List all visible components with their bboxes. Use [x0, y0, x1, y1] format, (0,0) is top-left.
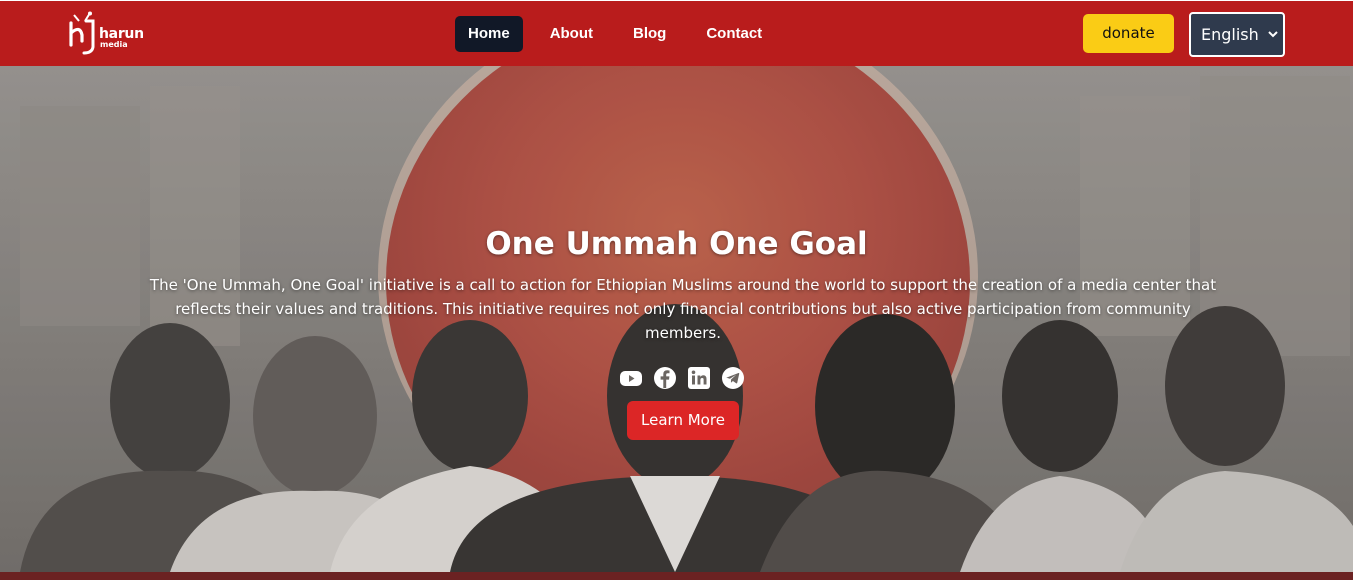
language-selected-value: English [1201, 25, 1259, 44]
linkedin-icon[interactable] [687, 366, 711, 390]
harun-media-logo[interactable]: harun media [68, 11, 148, 57]
donate-button[interactable]: donate [1083, 14, 1174, 53]
logo-subtitle: media [100, 40, 128, 49]
nav-blog-link[interactable]: Blog [620, 16, 679, 52]
logo-mark-icon [69, 11, 95, 55]
hero-banner: One Ummah One Goal The 'One Ummah, One G… [0, 66, 1353, 572]
facebook-icon[interactable] [653, 366, 677, 390]
learn-more-button[interactable]: Learn More [627, 401, 739, 440]
section-divider [0, 572, 1353, 580]
telegram-icon[interactable] [721, 366, 745, 390]
hero-title: One Ummah One Goal [485, 226, 868, 262]
chevron-down-icon [1268, 31, 1278, 38]
youtube-icon[interactable] [619, 366, 643, 390]
social-links [619, 366, 749, 392]
top-navbar: harun media Home About Blog Contact dona… [0, 0, 1353, 66]
main-nav: Home About Blog Contact [455, 16, 789, 52]
hero-description: The 'One Ummah, One Goal' initiative is … [149, 276, 1217, 342]
logo-wordmark: harun [99, 26, 144, 42]
nav-home-link[interactable]: Home [455, 16, 523, 52]
nav-about-link[interactable]: About [537, 16, 606, 52]
nav-contact-link[interactable]: Contact [693, 16, 775, 52]
